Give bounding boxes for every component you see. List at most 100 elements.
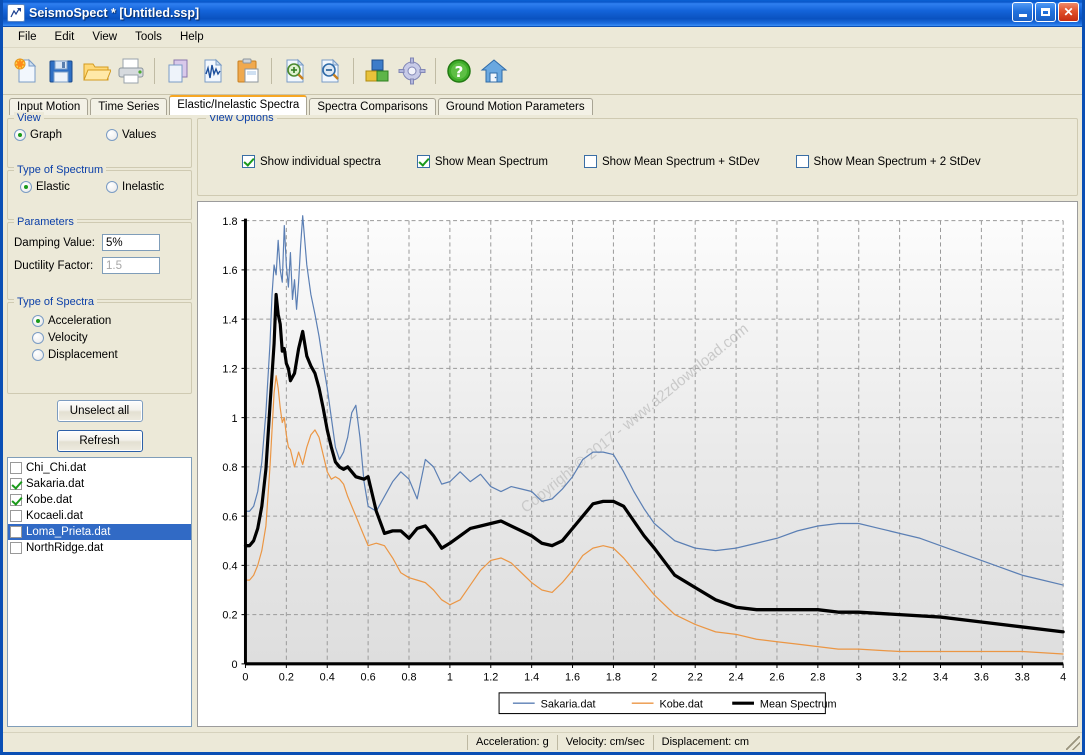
- ductility-factor-input[interactable]: 1.5: [102, 257, 160, 274]
- zoom-in-icon[interactable]: [278, 54, 312, 88]
- checkbox-show-individual-spectra[interactable]: Show individual spectra: [242, 155, 381, 168]
- print-icon[interactable]: [114, 54, 148, 88]
- svg-text:0.2: 0.2: [222, 610, 237, 622]
- damping-value-input[interactable]: 5%: [102, 234, 160, 251]
- svg-text:1.4: 1.4: [524, 671, 539, 683]
- menu-tools[interactable]: Tools: [126, 29, 171, 45]
- refresh-button[interactable]: Refresh: [56, 430, 143, 452]
- toolbar: ?: [3, 48, 1082, 95]
- paste-icon[interactable]: [231, 54, 265, 88]
- radio-inelastic[interactable]: Inelastic: [106, 181, 164, 193]
- save-icon[interactable]: [44, 54, 78, 88]
- svg-text:3.2: 3.2: [892, 671, 907, 683]
- checkbox-show-mean-spectrum-stdev[interactable]: Show Mean Spectrum + StDev: [583, 155, 760, 168]
- toolbar-separator: [353, 58, 354, 84]
- menu-edit[interactable]: Edit: [46, 29, 84, 45]
- svg-text:0: 0: [232, 659, 238, 671]
- menu-help[interactable]: Help: [171, 29, 213, 45]
- svg-text:2.6: 2.6: [769, 671, 784, 683]
- svg-text:0.4: 0.4: [320, 671, 335, 683]
- damping-value-label: Damping Value:: [14, 236, 95, 249]
- svg-text:2.2: 2.2: [688, 671, 703, 683]
- svg-text:0.4: 0.4: [222, 560, 237, 572]
- list-item[interactable]: Loma_Prieta.dat: [8, 524, 191, 540]
- open-folder-icon[interactable]: [79, 54, 113, 88]
- minimize-button[interactable]: [1012, 2, 1033, 22]
- radio-acceleration-icon: [32, 315, 44, 327]
- file-label: Loma_Prieta.dat: [26, 526, 111, 538]
- tab-elastic-inelastic-spectra[interactable]: Elastic/Inelastic Spectra: [169, 95, 308, 115]
- list-item[interactable]: Kobe.dat: [8, 492, 191, 508]
- list-item[interactable]: Kocaeli.dat: [8, 508, 191, 524]
- file-label: NorthRidge.dat: [26, 542, 104, 554]
- spectrum-type-group: Type of Spectrum Elastic Inelastic: [7, 164, 192, 220]
- file-checkbox[interactable]: [10, 526, 22, 538]
- list-item[interactable]: NorthRidge.dat: [8, 540, 191, 556]
- copy-icon[interactable]: [161, 54, 195, 88]
- status-acceleration: Acceleration: g: [467, 735, 557, 750]
- parameters-legend: Parameters: [14, 216, 77, 228]
- svg-text:0.6: 0.6: [361, 671, 376, 683]
- show-mean-spectrum-checkbox-icon: [416, 155, 430, 168]
- svg-text:3: 3: [856, 671, 862, 683]
- svg-text:2: 2: [651, 671, 657, 683]
- unselect-all-button[interactable]: Unselect all: [56, 400, 143, 422]
- file-checkbox[interactable]: [10, 542, 22, 554]
- svg-text:3.8: 3.8: [1015, 671, 1030, 683]
- svg-text:Mean Spectrum: Mean Spectrum: [760, 698, 837, 710]
- file-checkbox[interactable]: [10, 494, 22, 506]
- show-mean-spectrum-2stdev-checkbox-icon: [795, 155, 809, 168]
- toolbar-separator: [271, 58, 272, 84]
- svg-text:1.6: 1.6: [222, 265, 237, 277]
- status-bar: Acceleration: g Velocity: cm/sec Displac…: [3, 732, 1082, 752]
- zoom-out-icon[interactable]: [313, 54, 347, 88]
- svg-text:2.8: 2.8: [810, 671, 825, 683]
- radio-acceleration-label: Acceleration: [48, 315, 112, 327]
- file-checkbox[interactable]: [10, 478, 22, 490]
- menu-file[interactable]: File: [9, 29, 46, 45]
- status-velocity: Velocity: cm/sec: [556, 735, 653, 750]
- tab-spectra-comparisons[interactable]: Spectra Comparisons: [309, 98, 436, 115]
- spectra-type-group: Type of Spectra Acceleration Velocity Di…: [7, 296, 192, 394]
- file-label: Kocaeli.dat: [26, 510, 83, 522]
- radio-values[interactable]: Values: [106, 129, 156, 141]
- close-button[interactable]: ✕: [1058, 2, 1079, 22]
- show-mean-spectrum-label: Show Mean Spectrum: [434, 155, 548, 168]
- view-options-group: View Options Show individual spectra Sho…: [197, 112, 1078, 196]
- gear-icon[interactable]: [395, 54, 429, 88]
- help-icon[interactable]: ?: [442, 54, 476, 88]
- svg-text:1: 1: [447, 671, 453, 683]
- file-list[interactable]: Chi_Chi.dat Sakaria.dat Kobe.dat Kocaeli…: [7, 457, 192, 727]
- unselect-all-wrap: Unselect all: [7, 400, 192, 422]
- radio-graph-label: Graph: [30, 129, 62, 141]
- svg-text:1.6: 1.6: [565, 671, 580, 683]
- tab-strip: Input Motion Time Series Elastic/Inelast…: [3, 95, 1082, 115]
- menu-view[interactable]: View: [83, 29, 126, 45]
- list-item[interactable]: Chi_Chi.dat: [8, 460, 191, 476]
- radio-velocity[interactable]: Velocity: [32, 332, 185, 344]
- checkbox-show-mean-spectrum[interactable]: Show Mean Spectrum: [416, 155, 548, 168]
- blocks-icon[interactable]: [360, 54, 394, 88]
- maximize-button[interactable]: [1035, 2, 1056, 22]
- resize-grip[interactable]: [1066, 735, 1080, 750]
- parameters-group: Parameters Damping Value: 5% Ductility F…: [7, 216, 192, 300]
- checkbox-show-mean-spectrum-2stdev[interactable]: Show Mean Spectrum + 2 StDev: [795, 155, 981, 168]
- radio-acceleration[interactable]: Acceleration: [32, 315, 185, 327]
- home-icon[interactable]: [477, 54, 511, 88]
- new-file-icon[interactable]: [9, 54, 43, 88]
- tab-ground-motion-parameters[interactable]: Ground Motion Parameters: [437, 98, 593, 115]
- window-controls: ✕: [1012, 2, 1079, 22]
- file-checkbox[interactable]: [10, 462, 22, 474]
- radio-graph[interactable]: Graph: [14, 129, 106, 141]
- toolbar-separator: [154, 58, 155, 84]
- radio-elastic[interactable]: Elastic: [20, 181, 106, 193]
- spectra-chart[interactable]: Copyright © 2017 - www.a2zdownload.com0 0…: [198, 202, 1077, 726]
- file-label: Sakaria.dat: [26, 478, 85, 490]
- list-item[interactable]: Sakaria.dat: [8, 476, 191, 492]
- ductility-factor-label: Ductility Factor:: [14, 259, 94, 272]
- file-checkbox[interactable]: [10, 510, 22, 522]
- spectra-chart-panel[interactable]: Copyright © 2017 - www.a2zdownload.com 0 0…: [197, 201, 1078, 727]
- radio-displacement[interactable]: Displacement: [32, 349, 185, 361]
- tab-time-series[interactable]: Time Series: [90, 98, 168, 115]
- waveform-icon[interactable]: [196, 54, 230, 88]
